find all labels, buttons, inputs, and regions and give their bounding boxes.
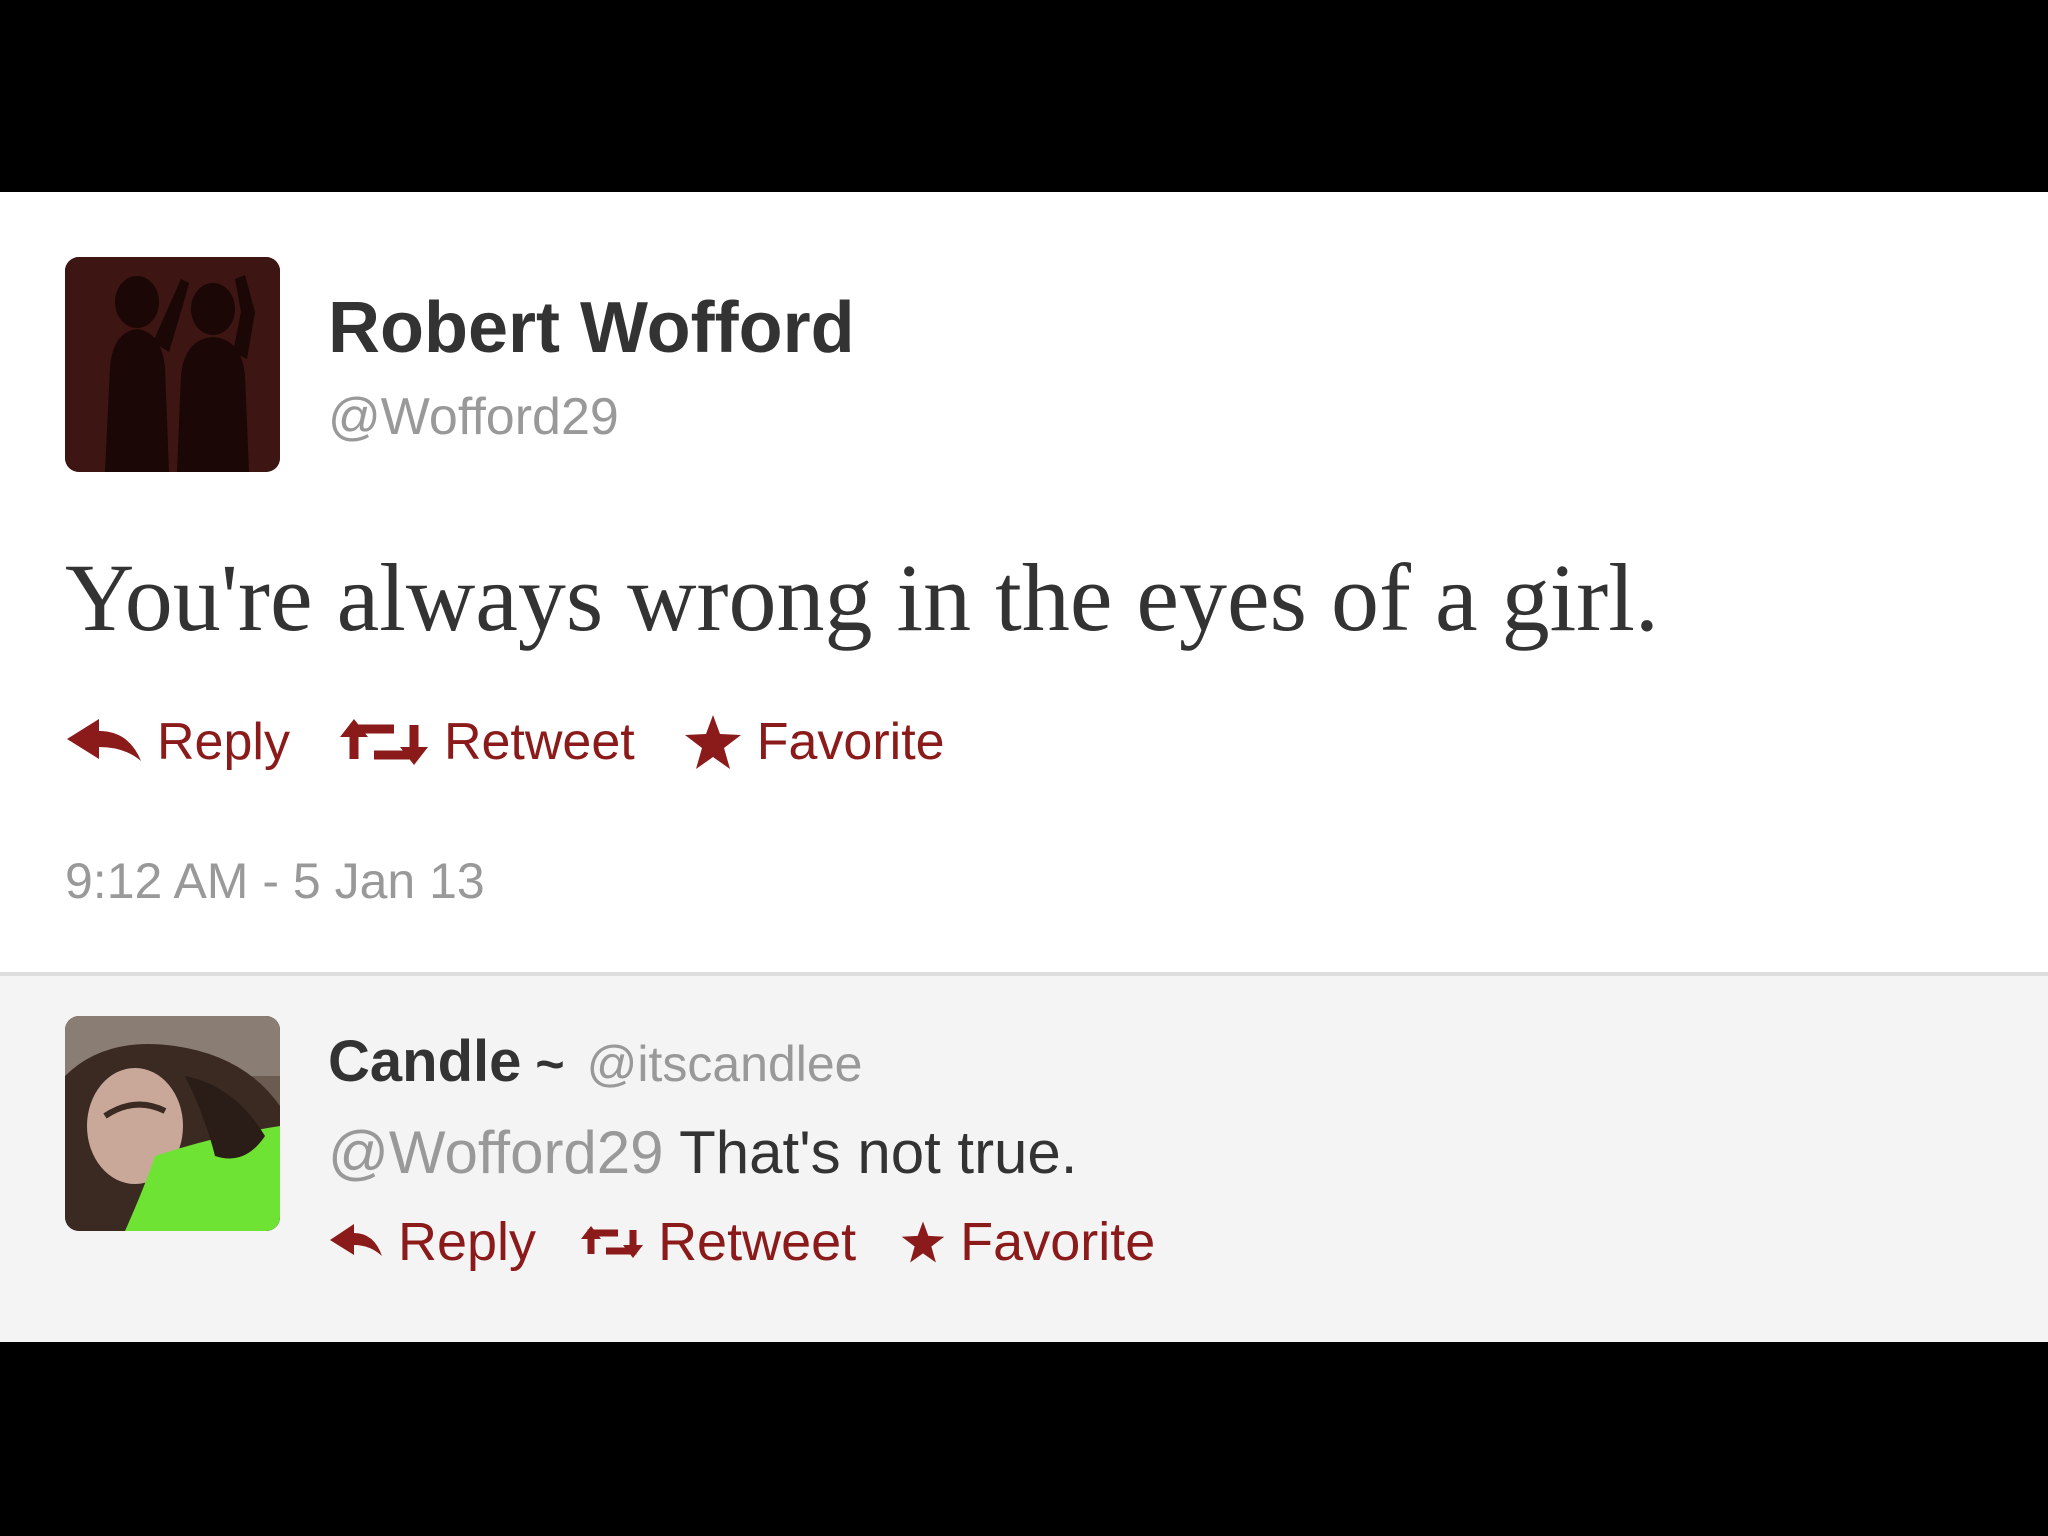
tweet-text: @Wofford29 That's not true. (328, 1118, 1077, 1187)
tweet-actions: Reply Retweet Favorite (65, 712, 993, 772)
screenshot-frame: Robert Wofford @Wofford29 You're always … (0, 0, 2048, 1536)
reply-header: Candle ~ @itscandlee (328, 1028, 862, 1095)
tweet-text: You're always wrong in the eyes of a gir… (65, 544, 1659, 651)
reply-tweet: Candle ~ @itscandlee @Wofford29 That's n… (0, 976, 2048, 1342)
avatar[interactable] (65, 1016, 280, 1231)
reply-arrow-icon (328, 1222, 384, 1262)
star-icon (683, 713, 743, 771)
favorite-label: Favorite (960, 1212, 1156, 1272)
favorite-button[interactable]: Favorite (900, 1211, 1155, 1273)
username[interactable]: @itscandlee (587, 1035, 863, 1093)
retweet-label: Retweet (443, 713, 635, 771)
star-icon (900, 1220, 946, 1264)
tweet-actions: Reply Retweet Favorite (328, 1211, 1199, 1273)
tweet-card: Robert Wofford @Wofford29 You're always … (0, 192, 2048, 1342)
retweet-icon (580, 1224, 644, 1260)
name-separator: ~ (535, 1036, 565, 1092)
favorite-button[interactable]: Favorite (683, 712, 945, 772)
display-name[interactable]: Robert Wofford (328, 287, 855, 369)
reply-label: Reply (157, 713, 290, 771)
reply-body: That's not true. (679, 1119, 1078, 1186)
retweet-label: Retweet (658, 1212, 857, 1272)
avatar[interactable] (65, 257, 280, 472)
reply-button[interactable]: Reply (328, 1211, 536, 1273)
username[interactable]: @Wofford29 (328, 387, 619, 447)
retweet-button[interactable]: Retweet (338, 712, 635, 772)
favorite-label: Favorite (756, 713, 945, 771)
reply-arrow-icon (65, 717, 143, 767)
retweet-icon (338, 717, 430, 767)
mention-link[interactable]: @Wofford29 (328, 1119, 664, 1186)
reply-label: Reply (398, 1212, 537, 1272)
reply-button[interactable]: Reply (65, 712, 290, 772)
timestamp[interactable]: 9:12 AM - 5 Jan 13 (65, 852, 485, 910)
retweet-button[interactable]: Retweet (580, 1211, 856, 1273)
display-name[interactable]: Candle (328, 1028, 521, 1095)
main-tweet: Robert Wofford @Wofford29 You're always … (0, 192, 2048, 972)
